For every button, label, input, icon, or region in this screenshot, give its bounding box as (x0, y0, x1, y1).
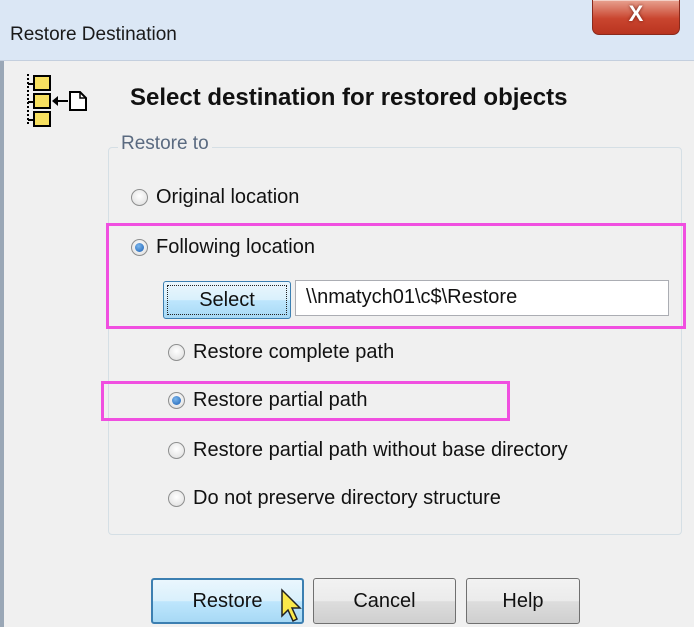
title-bar[interactable]: Restore Destination X (0, 0, 694, 61)
window-title: Restore Destination (10, 24, 177, 45)
tree-restore-icon (27, 74, 87, 127)
select-button[interactable]: Select (163, 281, 291, 319)
radio-restore-complete-path[interactable]: Restore complete path (168, 338, 394, 366)
cancel-button[interactable]: Cancel (313, 578, 456, 624)
close-button[interactable]: X (592, 0, 680, 35)
mouse-cursor-icon (281, 588, 302, 623)
radio-icon (168, 343, 185, 361)
radio-label: Restore partial path without base direct… (193, 438, 568, 461)
close-icon: X (628, 1, 644, 26)
radio-label: Do not preserve directory structure (193, 486, 501, 509)
radio-do-not-preserve-structure[interactable]: Do not preserve directory structure (168, 484, 501, 512)
page-title: Select destination for restored objects (130, 84, 568, 111)
radio-icon-selected (168, 391, 185, 409)
path-input[interactable]: \\nmatych01\c$\Restore (295, 280, 669, 316)
help-button[interactable]: Help (466, 578, 580, 624)
restore-to-legend: Restore to (118, 133, 212, 155)
window-left-border (0, 61, 4, 627)
radio-original-location[interactable]: Original location (131, 183, 299, 211)
radio-icon-selected (131, 238, 148, 256)
radio-icon (131, 188, 148, 206)
radio-label: Restore partial path (193, 388, 368, 411)
radio-icon (168, 441, 185, 459)
radio-following-location[interactable]: Following location (131, 233, 315, 261)
restore-destination-dialog: Restore Destination X Select destination… (0, 0, 694, 627)
radio-icon (168, 489, 185, 507)
radio-label: Following location (156, 235, 315, 258)
radio-label: Restore complete path (193, 340, 395, 363)
radio-restore-partial-path[interactable]: Restore partial path (168, 386, 368, 414)
radio-label: Original location (156, 185, 300, 208)
radio-restore-partial-path-without-base[interactable]: Restore partial path without base direct… (168, 436, 568, 464)
